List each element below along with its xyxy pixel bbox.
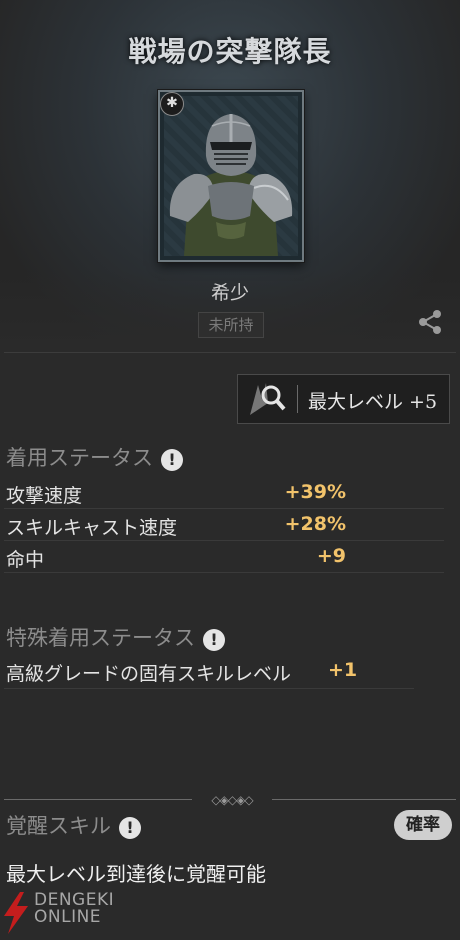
dengeki-online-watermark: DENGEKI ONLINE: [0, 890, 140, 936]
watermark-text: DENGEKI ONLINE: [34, 892, 114, 926]
equip-status-title-text: 着用ステータス: [6, 446, 153, 470]
probability-button[interactable]: 確率: [394, 810, 452, 840]
stat-value: +39%: [284, 481, 346, 503]
special-status-title-text: 特殊着用ステータス: [6, 626, 195, 650]
stat-value: +1: [328, 659, 358, 681]
equip-status-title: 着用ステータス!: [6, 442, 183, 472]
character-portrait[interactable]: ✱: [158, 90, 304, 262]
stat-name: 高級グレードの固有スキルレベル: [6, 663, 292, 685]
stat-name: スキルキャスト速度: [6, 517, 178, 539]
ownership-status: 未所持: [198, 312, 264, 338]
stat-row: 命中 +9: [4, 542, 444, 573]
knight-illustration: [169, 114, 293, 256]
lightning-logo-icon: [4, 892, 28, 934]
magnifier-search-icon: [250, 383, 286, 415]
stat-row: スキルキャスト速度 +28%: [4, 510, 444, 541]
ornamental-divider: ◇◈◇◈◇: [4, 792, 456, 808]
separator: [297, 385, 298, 413]
max-level-label: 最大レベル +5: [308, 391, 438, 413]
watermark-line2: ONLINE: [34, 907, 102, 927]
stat-name: 攻撃速度: [6, 485, 83, 507]
star-badge-icon: ✱: [160, 92, 184, 116]
stat-value: +28%: [284, 513, 346, 535]
info-icon[interactable]: !: [161, 448, 183, 471]
special-status-title: 特殊着用ステータス!: [6, 622, 225, 652]
stat-row: 攻撃速度 +39%: [4, 478, 444, 509]
special-stat-row: 高級グレードの固有スキルレベル +1: [4, 656, 414, 689]
page-title: 戦場の突撃隊長: [128, 35, 332, 68]
info-icon[interactable]: !: [203, 628, 225, 651]
info-icon[interactable]: !: [119, 816, 141, 839]
awakening-title-text: 覚醒スキル: [6, 814, 111, 838]
rarity-label: 希少: [210, 282, 249, 304]
portrait-image: [164, 96, 298, 256]
awakening-description: 最大レベル到達後に覚醒可能: [6, 862, 266, 886]
share-icon[interactable]: [416, 308, 444, 336]
header-divider: [4, 352, 456, 353]
stat-value: +9: [316, 545, 346, 567]
stat-name: 命中: [6, 549, 45, 571]
awakening-skill-title: 覚醒スキル!: [6, 810, 141, 840]
max-level-button[interactable]: 最大レベル +5: [237, 374, 450, 424]
